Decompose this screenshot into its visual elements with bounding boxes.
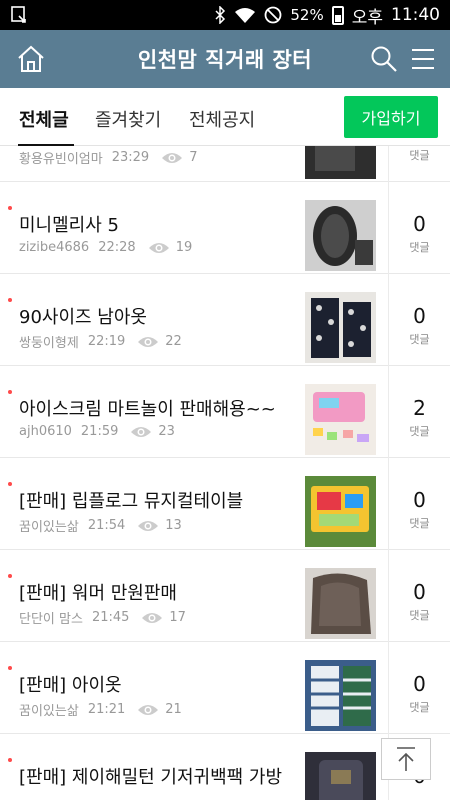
comment-label: 댓글 bbox=[409, 241, 430, 254]
new-post-dot bbox=[8, 298, 12, 302]
post-thumbnail[interactable] bbox=[305, 200, 376, 271]
post-time: 22:28 bbox=[98, 240, 136, 255]
list-item[interactable]: [판매] 아이옷 꿈이있는삶 21:21 21 0 댓글 bbox=[0, 642, 450, 734]
post-author: 쌍둥이형제 bbox=[19, 336, 79, 351]
post-time: 23:29 bbox=[111, 150, 150, 165]
list-item[interactable]: 아이스크림 마트놀이 판매해용~~ ajh0610 21:59 23 2 댓글 bbox=[0, 366, 450, 458]
new-post-dot bbox=[8, 390, 12, 394]
bluetooth-icon bbox=[215, 6, 226, 24]
arrow-up-icon bbox=[397, 747, 415, 771]
post-time: 21:59 bbox=[80, 424, 119, 439]
battery-percent: 52% bbox=[290, 6, 324, 24]
status-ampm: 오후 bbox=[351, 7, 383, 28]
tab-favorites[interactable]: 즐겨찾기 bbox=[95, 106, 161, 132]
post-meta: zizibe4686 22:28 19 bbox=[19, 240, 192, 255]
new-post-dot bbox=[8, 758, 12, 762]
status-bar: 52% 오후 11:40 bbox=[0, 0, 450, 30]
eye-icon bbox=[138, 336, 159, 347]
post-meta: 꿈이있는삶 21:54 13 bbox=[19, 516, 182, 535]
post-author: 꿈이있는삶 bbox=[19, 520, 79, 535]
post-title: 아이스크림 마트놀이 판매해용~~ bbox=[19, 399, 276, 420]
notification-icon bbox=[11, 6, 26, 23]
eye-icon bbox=[142, 612, 163, 623]
post-views: 7 bbox=[189, 150, 198, 165]
page-title: 인천맘 직거래 장터 bbox=[137, 48, 313, 72]
tab-bar: 전체글 즐겨찾기 전체공지 가입하기 bbox=[0, 88, 450, 146]
app-bar: 인천맘 직거래 장터 bbox=[0, 30, 450, 88]
home-icon[interactable] bbox=[16, 44, 46, 74]
list-item[interactable]: 황용유빈이엄마 23:29 7 댓글 bbox=[0, 146, 450, 182]
post-title: 미니멜리사 5 bbox=[19, 215, 119, 236]
post-time: 22:19 bbox=[87, 334, 126, 349]
comment-label: 댓글 bbox=[409, 517, 430, 530]
menu-icon[interactable] bbox=[410, 46, 436, 72]
wifi-icon bbox=[235, 8, 256, 23]
post-meta: ajh0610 21:59 23 bbox=[19, 424, 175, 439]
eye-icon bbox=[131, 426, 152, 437]
post-author: 단단이 맘스 bbox=[19, 612, 83, 627]
comment-count: 0 bbox=[413, 488, 426, 512]
scroll-top-button[interactable] bbox=[381, 738, 431, 780]
comment-label: 댓글 bbox=[409, 333, 430, 346]
new-post-dot bbox=[8, 666, 12, 670]
comment-label: 댓글 bbox=[409, 425, 430, 438]
list-item[interactable]: [판매] 립플로그 뮤지컬테이블 꿈이있는삶 21:54 13 0 댓글 bbox=[0, 458, 450, 550]
comment-count: 0 bbox=[413, 672, 426, 696]
post-thumbnail[interactable] bbox=[305, 476, 376, 547]
list-item[interactable]: 90사이즈 남아옷 쌍둥이형제 22:19 22 0 댓글 bbox=[0, 274, 450, 366]
comment-count: 0 bbox=[413, 304, 426, 328]
post-thumbnail[interactable] bbox=[305, 146, 376, 179]
post-thumbnail[interactable] bbox=[305, 660, 376, 731]
post-title: [판매] 워머 만원판매 bbox=[19, 583, 177, 604]
search-icon[interactable] bbox=[370, 45, 398, 73]
post-meta: 단단이 맘스 21:45 17 bbox=[19, 608, 186, 627]
new-post-dot bbox=[8, 574, 12, 578]
post-title: [판매] 립플로그 뮤지컬테이블 bbox=[19, 491, 244, 512]
post-title: [판매] 제이해밀턴 기저귀백팩 가방 bbox=[19, 767, 283, 788]
post-views: 21 bbox=[165, 702, 182, 717]
post-views: 13 bbox=[165, 518, 182, 533]
eye-icon bbox=[148, 242, 169, 253]
post-views: 17 bbox=[169, 610, 186, 625]
post-author: ajh0610 bbox=[19, 424, 72, 439]
status-time: 11:40 bbox=[391, 5, 440, 25]
post-views: 23 bbox=[158, 424, 175, 439]
tab-all-posts[interactable]: 전체글 bbox=[19, 106, 69, 132]
eye-icon bbox=[162, 152, 183, 163]
list-item[interactable]: 미니멜리사 5 zizibe4686 22:28 19 0 댓글 bbox=[0, 182, 450, 274]
new-post-dot bbox=[8, 482, 12, 486]
post-thumbnail[interactable] bbox=[305, 568, 376, 639]
list-item[interactable]: [판매] 워머 만원판매 단단이 맘스 21:45 17 0 댓글 bbox=[0, 550, 450, 642]
tab-notices[interactable]: 전체공지 bbox=[189, 106, 255, 132]
eye-icon bbox=[138, 520, 159, 531]
new-post-dot bbox=[8, 206, 12, 210]
post-meta: 꿈이있는삶 21:21 21 bbox=[19, 700, 182, 719]
comment-label: 댓글 bbox=[409, 701, 430, 714]
post-time: 21:21 bbox=[87, 702, 126, 717]
eye-icon bbox=[138, 704, 159, 715]
post-title: [판매] 아이옷 bbox=[19, 675, 122, 696]
comment-label: 댓글 bbox=[409, 149, 430, 162]
comment-count: 2 bbox=[413, 396, 426, 420]
post-author: 황용유빈이엄마 bbox=[19, 152, 103, 167]
post-thumbnail[interactable] bbox=[305, 752, 376, 800]
post-meta: 황용유빈이엄마 23:29 7 bbox=[19, 148, 197, 167]
comment-label: 댓글 bbox=[409, 609, 430, 622]
post-views: 22 bbox=[165, 334, 182, 349]
post-author: zizibe4686 bbox=[19, 240, 90, 255]
post-time: 21:45 bbox=[91, 610, 130, 625]
comment-count: 0 bbox=[413, 580, 426, 604]
post-views: 19 bbox=[175, 240, 193, 255]
dnd-icon bbox=[264, 6, 282, 24]
join-button[interactable]: 가입하기 bbox=[344, 96, 438, 138]
post-meta: 쌍둥이형제 22:19 22 bbox=[19, 332, 182, 351]
post-thumbnail[interactable] bbox=[305, 384, 376, 455]
post-title: 90사이즈 남아옷 bbox=[19, 307, 147, 328]
battery-icon bbox=[331, 5, 344, 25]
post-thumbnail[interactable] bbox=[305, 292, 376, 363]
post-author: 꿈이있는삶 bbox=[19, 704, 79, 719]
post-time: 21:54 bbox=[87, 518, 126, 533]
comment-count: 0 bbox=[413, 212, 426, 236]
post-list: 황용유빈이엄마 23:29 7 댓글 미니멜리사 5 zizibe4686 22… bbox=[0, 146, 450, 800]
